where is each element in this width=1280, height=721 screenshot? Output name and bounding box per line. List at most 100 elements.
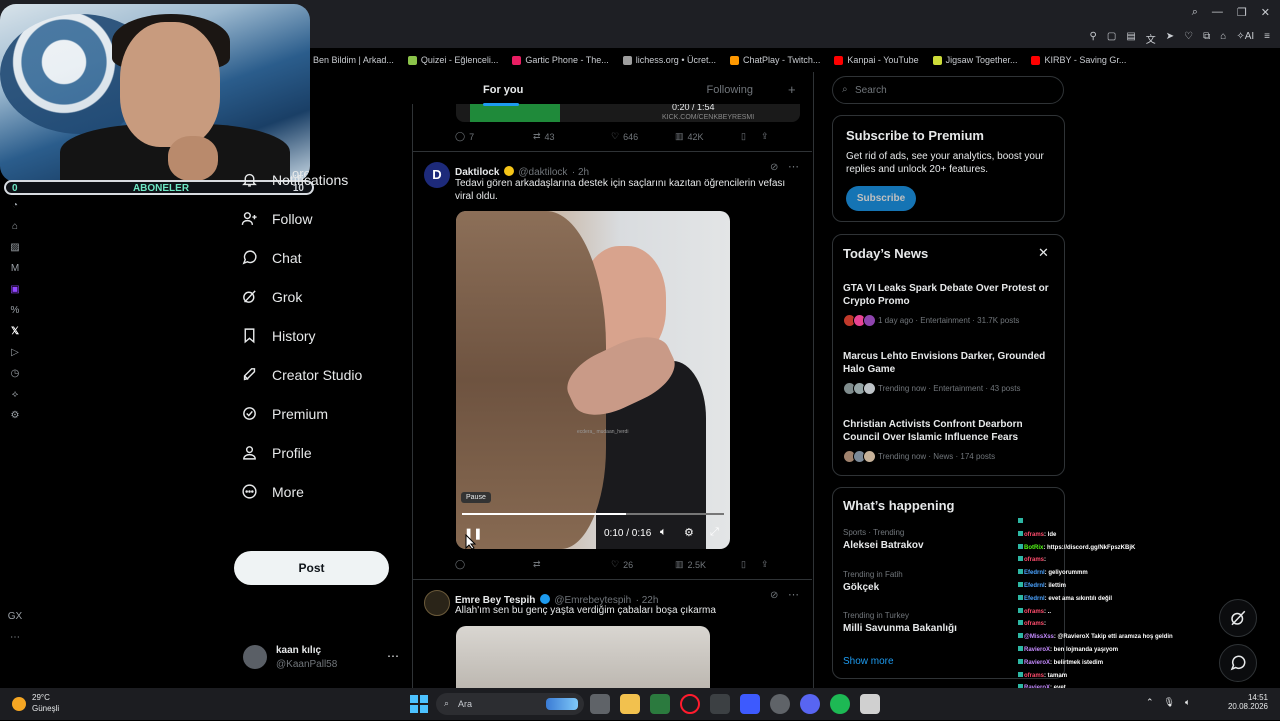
spotify-icon[interactable]	[830, 694, 850, 714]
reply-button[interactable]: ◯	[455, 559, 533, 570]
trend-item[interactable]: Sports · Trending Aleksei Batrakov	[843, 528, 924, 551]
extensions-rail-icon[interactable]: ⟡	[12, 389, 19, 400]
fullscreen-icon[interactable]: ⤢	[710, 526, 719, 539]
ai-icon[interactable]: ✧AI	[1236, 31, 1254, 46]
speed-dial-icon[interactable]: ◔	[12, 200, 18, 211]
video-progress[interactable]	[462, 513, 724, 515]
nav-item-grok[interactable]: Grok	[240, 277, 410, 316]
emre-avatar[interactable]	[424, 590, 450, 616]
reader-icon[interactable]: ▤	[1126, 31, 1135, 46]
x-icon[interactable]: 𝕏	[11, 326, 19, 337]
bookmark-item[interactable]: Quizei - Eğlenceli...	[407, 55, 498, 65]
taskbar-search[interactable]: ⌕ Ara	[436, 693, 584, 715]
subscribe-button[interactable]: Subscribe	[846, 186, 916, 211]
minimize-icon[interactable]: —	[1212, 6, 1223, 19]
microphone-icon[interactable]: 🎙︎	[1164, 697, 1175, 708]
opera-gx-icon[interactable]	[680, 694, 700, 714]
slash-icon[interactable]: ▨	[10, 242, 19, 253]
heart-icon[interactable]: ♡	[1184, 31, 1193, 46]
bookmark-item[interactable]: lichess.org • Ücret...	[622, 55, 716, 65]
news-item[interactable]: GTA VI Leaks Spark Debate Over Protest o…	[843, 282, 1055, 327]
editor-icon[interactable]	[740, 694, 760, 714]
chevron-up-icon[interactable]: ⌃	[1146, 697, 1154, 708]
shop-icon[interactable]: ⌂	[12, 221, 18, 232]
like-button[interactable]: ♡ 646	[611, 131, 675, 142]
bookmark-icon[interactable]: ▯	[741, 131, 761, 142]
tweet-video[interactable]: ecdera_ mudaan_herdi	[456, 211, 730, 549]
volume-icon[interactable]: 🔈︎	[660, 526, 667, 539]
percent-icon[interactable]: %	[11, 305, 20, 316]
tweet-image[interactable]	[456, 626, 710, 688]
tweet-more-icon[interactable]: ⋯	[788, 588, 799, 601]
repost-button[interactable]: ⇄	[533, 559, 611, 570]
send-icon[interactable]: ➤	[1166, 31, 1174, 46]
close-icon[interactable]: ✕	[1261, 6, 1270, 19]
share-icon[interactable]: ⇪	[761, 131, 769, 142]
search-icon[interactable]: ⌕	[1192, 6, 1198, 19]
wallet-icon[interactable]: ⌂	[1220, 31, 1226, 46]
bookmark-item[interactable]: Kanpai - YouTube	[834, 55, 919, 65]
discord-icon[interactable]	[800, 694, 820, 714]
bookmark-item[interactable]: Ben Bildim | Arkad...	[300, 55, 394, 65]
nav-item-history[interactable]: History	[240, 316, 410, 355]
trend-item[interactable]: Trending in Turkey Milli Savunma Bakanlı…	[843, 611, 957, 634]
tweet-more-icon[interactable]: ⋯	[788, 160, 799, 173]
news-item[interactable]: Marcus Lehto Envisions Darker, Grounded …	[843, 350, 1055, 395]
player-icon[interactable]: ▷	[11, 347, 19, 358]
settings-icon[interactable]: ⚙	[11, 410, 20, 421]
grok-fab[interactable]	[1219, 599, 1257, 637]
nav-item-more[interactable]: More	[240, 472, 410, 511]
bookmark-item[interactable]: Gartic Phone - The...	[512, 55, 609, 65]
translate-icon[interactable]: 文	[1146, 31, 1156, 46]
more-icon[interactable]: ⋯	[387, 649, 399, 663]
more-rail-icon[interactable]: ⋯	[10, 632, 20, 643]
show-more-link[interactable]: Show more	[843, 656, 894, 667]
like-button[interactable]: ♡ 26	[611, 559, 675, 570]
nav-item-notifications[interactable]: Notifications	[240, 160, 410, 199]
views-button[interactable]: ▥ 42K	[675, 131, 741, 142]
bookmark-icon[interactable]: ▯	[741, 559, 761, 570]
notepad-icon[interactable]	[860, 694, 880, 714]
file-explorer-icon[interactable]	[620, 694, 640, 714]
close-icon[interactable]: ✕	[1038, 245, 1049, 261]
screenshot-icon[interactable]: ▢	[1107, 31, 1116, 46]
account-switcher[interactable]: kaan kılıç @KaanPall58 ⋯	[243, 645, 403, 675]
steam-icon[interactable]	[770, 694, 790, 714]
add-tab-icon[interactable]: +	[788, 82, 796, 97]
settings-gear-icon[interactable]: ⚙	[684, 526, 694, 539]
twitch-icon[interactable]: ▣	[10, 284, 19, 295]
post-button[interactable]: Post	[234, 551, 389, 585]
bookmark-item[interactable]: KIRBY - Saving Gr...	[1031, 55, 1126, 65]
app-icon[interactable]	[710, 694, 730, 714]
extensions-icon[interactable]: ⧉	[1203, 31, 1210, 46]
daktilock-avatar[interactable]: D	[424, 162, 450, 188]
bookmark-item[interactable]: ChatPlay - Twitch...	[729, 55, 820, 65]
news-item[interactable]: Christian Activists Confront Dearborn Co…	[843, 418, 1058, 463]
taskbar-clock[interactable]: 14:51 20.08.2026	[1222, 693, 1268, 711]
restore-icon[interactable]: ❐	[1237, 6, 1247, 19]
repost-button[interactable]: ⇄ 43	[533, 131, 611, 142]
nav-item-follow[interactable]: Follow	[240, 199, 410, 238]
store-icon[interactable]	[650, 694, 670, 714]
reply-button[interactable]: ◯ 7	[455, 131, 533, 142]
speaker-icon[interactable]: 🔈︎	[1185, 697, 1190, 708]
gx-icon[interactable]: GX	[8, 611, 22, 622]
share-icon[interactable]: ⇪	[761, 559, 769, 570]
pin-icon[interactable]: ⚲	[1090, 31, 1097, 46]
nav-item-creator-studio[interactable]: Creator Studio	[240, 355, 410, 394]
history-icon[interactable]: ◷	[11, 368, 20, 379]
grok-icon[interactable]: ⊘	[770, 590, 778, 601]
nav-item-profile[interactable]: Profile	[240, 433, 410, 472]
nav-item-chat[interactable]: Chat	[240, 238, 410, 277]
bookmark-item[interactable]: Jigsaw Together...	[932, 55, 1017, 65]
tab-for-you[interactable]: For you	[412, 72, 648, 106]
views-button[interactable]: ▥ 2.5K	[675, 559, 741, 570]
windows-start-icon[interactable]	[410, 695, 428, 713]
nav-item-premium[interactable]: Premium	[240, 394, 410, 433]
menu-icon[interactable]: ≡	[1264, 31, 1270, 46]
mail-icon[interactable]: M	[11, 263, 19, 274]
messages-fab[interactable]	[1219, 644, 1257, 682]
task-view-icon[interactable]	[590, 694, 610, 714]
trend-item[interactable]: Trending in Fatih Gökçek	[843, 570, 903, 593]
grok-icon[interactable]: ⊘	[770, 162, 778, 173]
